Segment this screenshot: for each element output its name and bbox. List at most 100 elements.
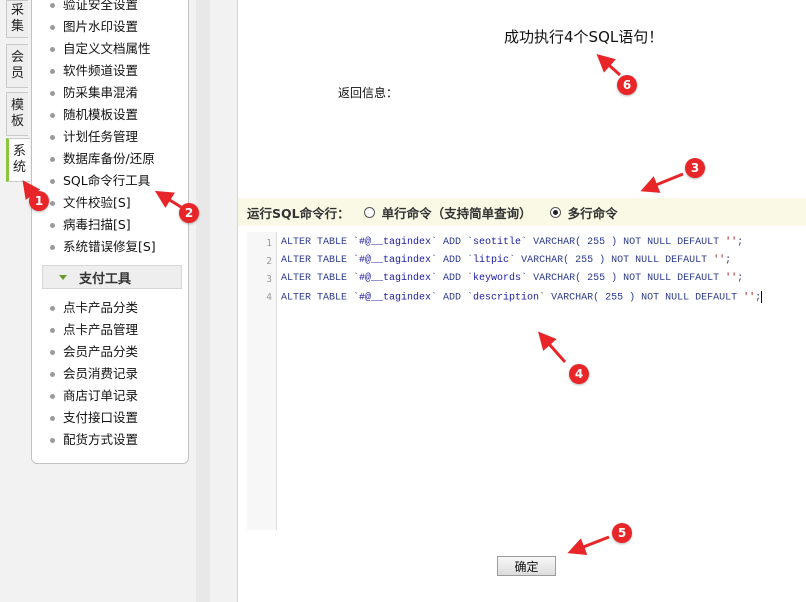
bullet-icon <box>50 349 55 355</box>
menu-item-label: 随机模板设置 <box>63 107 139 122</box>
bullet-icon <box>50 244 55 250</box>
bullet-icon <box>50 200 55 206</box>
code-table-name: #@__tagindex <box>359 292 432 304</box>
menu-item-label: 会员消费记录 <box>63 366 139 381</box>
arrow-5 <box>567 535 610 556</box>
sql-run-options-bar: 运行SQL命令行： 单行命令（支持简单查询） 多行命令 <box>238 198 806 226</box>
code-keywords: ` VARCHAR( 255 ) NOT NULL DEFAULT <box>509 255 714 266</box>
single-line-option-label[interactable]: 单行命令（支持简单查询） <box>382 203 532 222</box>
tab-system[interactable]: 系 统 <box>6 138 30 182</box>
code-keywords: ` ADD ` <box>431 273 474 284</box>
menu-item-sql-tool[interactable]: SQL命令行工具 <box>50 171 150 191</box>
menu-item-payment-gateway[interactable]: 支付接口设置 <box>50 408 138 428</box>
sidebar-scroll-strip <box>196 0 210 602</box>
collapse-triangle-icon <box>59 274 67 280</box>
annotation-marker-3: 3 <box>685 158 705 178</box>
tab-member[interactable]: 会 员 <box>6 44 28 88</box>
code-keywords: ` ADD ` <box>431 255 474 266</box>
single-line-radio[interactable] <box>363 206 375 218</box>
bullet-icon <box>50 156 55 162</box>
annotation-marker-5: 5 <box>612 523 632 543</box>
code-keywords: ` VARCHAR( 255 ) NOT NULL DEFAULT <box>521 237 726 248</box>
code-keywords: ALTER TABLE ` <box>281 237 360 248</box>
menu-item-watermark[interactable]: 图片水印设置 <box>50 17 138 37</box>
code-string: '' <box>713 255 726 266</box>
menu-item-member-product-category[interactable]: 会员产品分类 <box>50 342 138 362</box>
code-column-name: keywords <box>473 273 522 284</box>
menu-item-virus-scan[interactable]: 病毒扫描[S] <box>50 215 131 235</box>
menu-item-label: 防采集串混淆 <box>63 85 139 100</box>
menu-item-label: 病毒扫描[S] <box>63 217 131 232</box>
annotation-marker-2: 2 <box>179 203 199 223</box>
menu-item-delivery-method[interactable]: 配货方式设置 <box>50 430 138 450</box>
code-line: ALTER TABLE `#@__tagindex` ADD `descript… <box>281 291 763 304</box>
bullet-icon <box>50 2 55 8</box>
menu-item-member-spending[interactable]: 会员消费记录 <box>50 364 138 384</box>
confirm-button[interactable]: 确定 <box>497 556 556 576</box>
menu-item-card-manage[interactable]: 点卡产品管理 <box>50 320 138 340</box>
bullet-icon <box>50 178 55 184</box>
code-column-name: seotitle <box>473 237 522 248</box>
annotation-marker-4: 4 <box>569 364 589 384</box>
run-sql-label: 运行SQL命令行： <box>247 205 350 221</box>
code-keywords: ` VARCHAR( 255 ) NOT NULL DEFAULT <box>521 273 726 284</box>
bullet-icon <box>50 24 55 30</box>
menu-item-software-channel[interactable]: 软件频道设置 <box>50 61 138 81</box>
arrow-6 <box>596 53 622 77</box>
menu-item-label: 数据库备份/还原 <box>63 151 155 166</box>
code-line: ALTER TABLE `#@__tagindex` ADD `seotitle… <box>281 237 743 248</box>
menu-item-card-category[interactable]: 点卡产品分类 <box>50 298 138 318</box>
system-menu-panel: 验证安全设置 图片水印设置 自定义文档属性 软件频道设置 防采集串混淆 随机模板… <box>31 0 189 464</box>
tab-char: 集 <box>10 19 24 34</box>
menu-item-scheduled-tasks[interactable]: 计划任务管理 <box>50 127 138 147</box>
code-column-name: litpic <box>473 255 510 266</box>
line-number: 1 <box>266 238 272 249</box>
menu-item-security[interactable]: 验证安全设置 <box>50 0 138 15</box>
tab-template[interactable]: 模 板 <box>6 92 28 136</box>
code-column-name: description <box>473 292 540 304</box>
menu-item-label: 商店订单记录 <box>63 388 139 403</box>
bullet-icon <box>50 112 55 118</box>
bullet-icon <box>50 68 55 74</box>
menu-item-label: 会员产品分类 <box>63 344 139 359</box>
menu-item-custom-attr[interactable]: 自定义文档属性 <box>50 39 151 59</box>
sql-code-editor[interactable]: 1 2 3 4 ALTER TABLE `#@__tagindex` ADD `… <box>247 232 806 530</box>
code-keywords: ALTER TABLE ` <box>281 292 360 304</box>
tab-char: 板 <box>10 114 24 129</box>
tab-char: 统 <box>12 160 26 175</box>
success-message: 成功执行4个SQL语句！ <box>504 28 664 46</box>
menu-item-label: 图片水印设置 <box>63 19 139 34</box>
payment-tools-group-header[interactable]: 支付工具 <box>42 265 182 289</box>
bullet-icon <box>50 415 55 421</box>
annotation-marker-6: 6 <box>617 75 637 95</box>
text-cursor <box>761 291 763 303</box>
tab-collect[interactable]: 采 集 <box>6 0 28 38</box>
code-keywords: ` VARCHAR( 255 ) NOT NULL DEFAULT <box>539 292 744 304</box>
bullet-icon <box>50 327 55 333</box>
code-string: '' <box>725 237 738 248</box>
menu-item-random-template[interactable]: 随机模板设置 <box>50 105 138 125</box>
menu-item-db-backup[interactable]: 数据库备份/还原 <box>50 149 155 169</box>
menu-item-error-repair[interactable]: 系统错误修复[S] <box>50 237 156 257</box>
bullet-icon <box>50 134 55 140</box>
menu-item-shop-orders[interactable]: 商店订单记录 <box>50 386 138 406</box>
menu-item-anti-collect[interactable]: 防采集串混淆 <box>50 83 138 103</box>
multi-line-option-label[interactable]: 多行命令 <box>568 203 618 222</box>
menu-item-file-check[interactable]: 文件校验[S] <box>50 193 131 213</box>
menu-item-label: 软件频道设置 <box>63 63 139 78</box>
code-semicolon: ; <box>725 255 732 266</box>
panel-divider <box>237 0 238 602</box>
menu-item-label: 配货方式设置 <box>63 432 139 447</box>
code-string: '' <box>725 273 738 284</box>
menu-item-label: 系统错误修复[S] <box>63 239 156 254</box>
bullet-icon <box>50 437 55 443</box>
multi-line-radio[interactable] <box>549 206 561 218</box>
menu-item-label: 自定义文档属性 <box>63 41 151 56</box>
bullet-icon <box>50 305 55 311</box>
arrow-3 <box>640 172 684 193</box>
code-keywords: ` ADD ` <box>431 292 474 304</box>
group-title-label: 支付工具 <box>79 271 132 287</box>
line-number: 2 <box>266 256 272 267</box>
code-keywords: ALTER TABLE ` <box>281 255 360 266</box>
tab-char: 模 <box>10 98 24 113</box>
